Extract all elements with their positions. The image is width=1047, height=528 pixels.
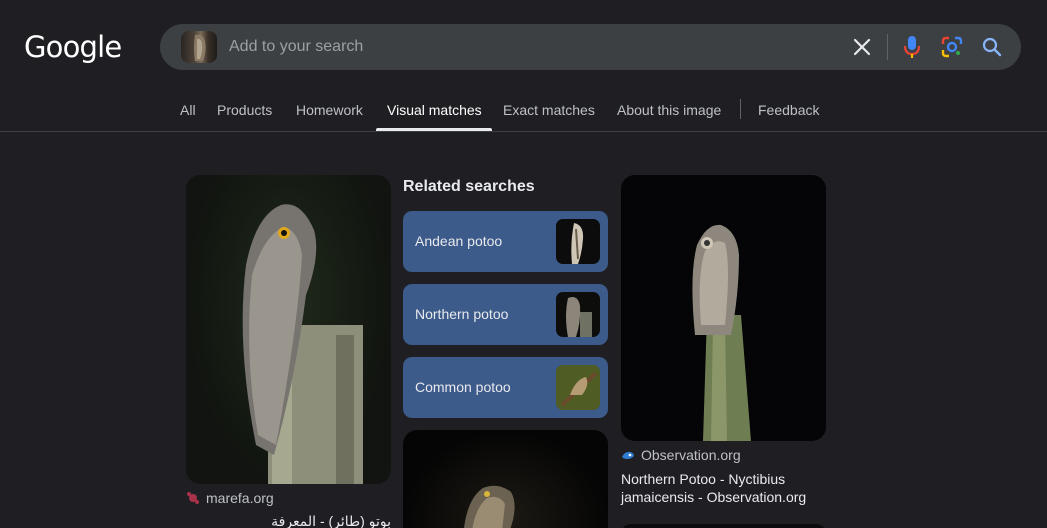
tab-about-this-image[interactable]: About this image (617, 102, 721, 118)
search-icon (982, 37, 1002, 57)
search-submit-button[interactable] (980, 35, 1004, 59)
result-image-marefa[interactable] (186, 175, 391, 484)
google-lens-icon (941, 36, 963, 58)
source-name: marefa.org (206, 490, 274, 506)
result-image-observation[interactable] (621, 175, 826, 441)
tab-separator (740, 99, 741, 119)
northern-potoo-thumbnail (556, 292, 600, 337)
search-bar (160, 24, 1021, 70)
tab-products[interactable]: Products (217, 102, 272, 118)
tab-homework[interactable]: Homework (296, 102, 363, 118)
tab-visual-matches[interactable]: Visual matches (387, 102, 482, 118)
result-image-fourth[interactable] (621, 524, 826, 528)
related-searches-heading: Related searches (403, 178, 535, 195)
searchbar-divider (887, 34, 888, 60)
chip-label: Andean potoo (415, 233, 503, 249)
common-potoo-thumbnail (556, 365, 600, 410)
source-name: Observation.org (641, 447, 741, 463)
search-image-thumbnail[interactable] (181, 31, 217, 63)
observation-favicon (622, 451, 634, 459)
tab-feedback[interactable]: Feedback (758, 102, 819, 118)
voice-search-button[interactable] (901, 34, 923, 60)
search-tabs: All Products Homework Visual matches Exa… (0, 96, 1047, 132)
tab-all[interactable]: All (180, 102, 196, 118)
related-search-northern-potoo[interactable]: Northern potoo (403, 284, 608, 345)
chip-label: Northern potoo (415, 306, 509, 322)
google-logo[interactable]: Google (24, 30, 122, 64)
result-source-observation[interactable]: Observation.org (621, 447, 741, 463)
result-title-marefa[interactable]: بوتو (طائر) - المعرفة (186, 512, 391, 528)
tab-exact-matches[interactable]: Exact matches (503, 102, 595, 118)
active-tab-indicator (376, 128, 492, 131)
result-title-observation[interactable]: Northern Potoo - Nyctibius jamaicensis -… (621, 470, 826, 506)
close-icon (853, 38, 871, 56)
result-source-marefa[interactable]: marefa.org (186, 490, 274, 506)
chip-label: Common potoo (415, 379, 511, 395)
andean-potoo-thumbnail (556, 219, 600, 264)
related-search-common-potoo[interactable]: Common potoo (403, 357, 608, 418)
result-image-third[interactable] (403, 430, 608, 528)
search-input[interactable] (229, 32, 829, 62)
clear-search-button[interactable] (849, 35, 875, 59)
microphone-icon (903, 36, 921, 58)
related-search-andean-potoo[interactable]: Andean potoo (403, 211, 608, 272)
marefa-favicon (187, 492, 199, 504)
lens-search-button[interactable] (940, 35, 964, 59)
